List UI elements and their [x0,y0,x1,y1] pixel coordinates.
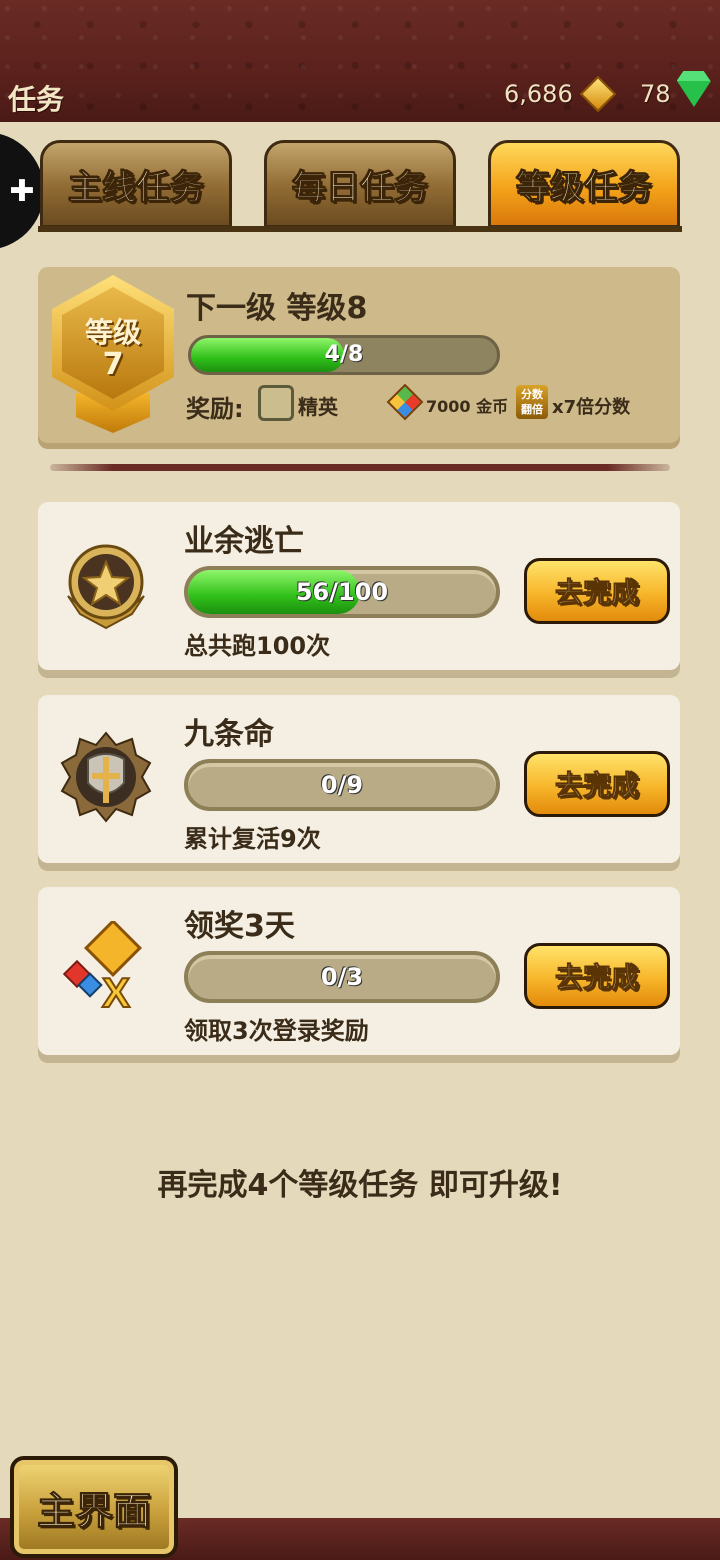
go-complete-button[interactable]: 去完成 [524,943,670,1009]
task-progress-bar: 0/9 [184,759,500,811]
reward-frame-text: 精英 [298,395,338,419]
divider [50,464,670,471]
gems-value: 78 [640,80,671,108]
badge-label: 等级 [84,316,141,349]
level-badge: 等级 7 [52,275,174,433]
level-progress-text: 4/8 [324,342,364,367]
gems-counter: 78 [640,80,711,108]
task-description: 领取3次登录奖励 [184,1017,369,1045]
bonus-x-icon: X [62,921,142,1017]
frame-icon [258,385,294,421]
reward-label: 奖励: [186,395,244,423]
go-complete-button[interactable]: 去完成 [524,558,670,624]
task-name: 业余逃亡 [184,524,304,559]
score-double-icon: 分数翻倍 [516,385,548,419]
home-button[interactable]: 主界面 [10,1456,178,1558]
task-progress-bar: 56/100 [184,566,500,618]
star-medal-icon [67,544,145,630]
tab-daily-quests[interactable]: 每日任务 [264,140,456,228]
green-gem-icon [676,81,711,107]
task-card: 业余逃亡 56/100 总共跑100次 去完成 [38,502,680,670]
level-progress-bar: 4/8 [188,335,500,375]
coin-cube-icon [386,383,424,421]
task-description: 总共跑100次 [184,632,331,660]
task-progress-text: 56/100 [295,578,389,606]
task-progress-text: 0/9 [320,771,364,799]
task-description: 累计复活9次 [184,825,321,853]
upgrade-hint: 再完成4个等级任务 即可升级! [157,1168,563,1203]
side-puzzle-tab[interactable]: ✚ [0,132,44,250]
coins-value: 6,686 [504,80,573,108]
level-card: 等级 7 下一级 等级8 4/8 奖励: 精英 7000 金币 分数翻倍 x7倍… [38,267,680,443]
page-title: 任务 [8,83,65,116]
go-complete-button[interactable]: 去完成 [524,751,670,817]
svg-text:X: X [102,969,130,1016]
task-progress-bar: 0/3 [184,951,500,1003]
tab-main-quests[interactable]: 主线任务 [40,140,232,228]
reward-coins-text: 7000 金币 [426,397,509,416]
reward-score-text: x7倍分数 [552,397,631,418]
shield-cross-icon [60,731,152,823]
task-progress-text: 0/3 [320,963,364,991]
coins-counter: 6,686 [504,75,617,113]
reward-row: 奖励: 精英 7000 金币 分数翻倍 x7倍分数 [186,383,656,425]
gold-diamond-icon [579,75,617,113]
top-bar: 任务 6,686 78 [0,0,720,122]
task-name: 九条命 [184,717,274,752]
badge-level: 7 [102,347,124,382]
task-card: 九条命 0/9 累计复活9次 去完成 [38,695,680,863]
task-name: 领奖3天 [184,909,295,944]
puzzle-icon: ✚ [9,173,35,209]
next-level-title: 下一级 等级8 [186,291,368,326]
tab-underline [38,226,682,232]
task-card: X 领奖3天 0/3 领取3次登录奖励 去完成 [38,887,680,1055]
tab-level-quests[interactable]: 等级任务 [488,140,680,228]
